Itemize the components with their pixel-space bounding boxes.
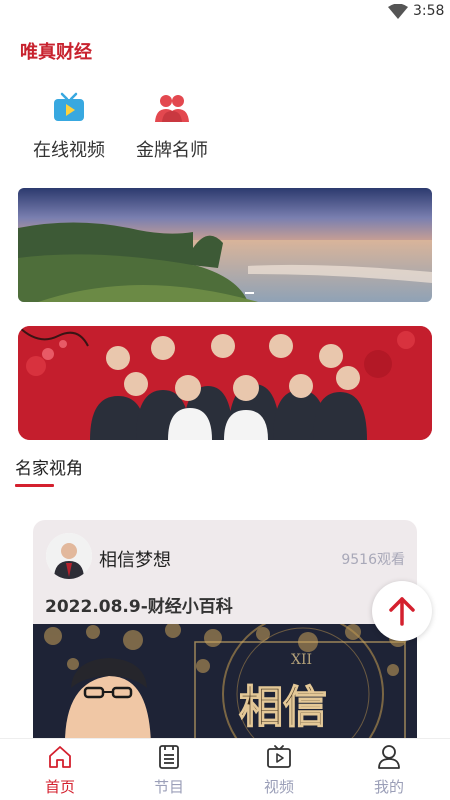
wifi-icon xyxy=(388,4,408,19)
app-logo: 唯真财经 xyxy=(20,38,110,68)
thumbnail-image: XII 相信 xyxy=(33,624,417,750)
thumbnail-caption: 相信 xyxy=(239,682,327,733)
list-icon xyxy=(159,745,179,769)
tab-label: 我的 xyxy=(373,778,404,796)
quick-link-label: 金牌名师 xyxy=(136,140,208,161)
quick-link-gold-teachers[interactable]: 金牌名师 xyxy=(127,92,217,162)
section-title[interactable]: 名家视角 xyxy=(15,454,83,479)
user-icon xyxy=(378,745,400,769)
banner-carousel[interactable] xyxy=(18,188,432,302)
tab-label: 视频 xyxy=(263,778,294,796)
banner-image xyxy=(18,188,432,302)
author-name[interactable]: 相信梦想 xyxy=(99,546,171,572)
status-bar: 3:58 xyxy=(0,0,450,24)
avatar-image xyxy=(46,533,92,579)
promo-image xyxy=(18,326,432,440)
section-underline xyxy=(15,484,54,487)
view-count: 9516观看 xyxy=(341,552,405,568)
tab-video[interactable]: 视频 xyxy=(249,744,309,797)
promo-banner[interactable] xyxy=(18,326,432,440)
tab-mine[interactable]: 我的 xyxy=(359,744,419,797)
avatar[interactable] xyxy=(46,533,92,579)
carousel-indicator[interactable] xyxy=(245,292,254,294)
users-icon xyxy=(155,95,189,122)
arrow-up-icon xyxy=(389,597,415,626)
scroll-top-button[interactable] xyxy=(372,581,432,641)
post-thumbnail[interactable]: XII 相信 xyxy=(33,624,417,750)
tab-label: 节目 xyxy=(153,778,184,796)
tab-label: 首页 xyxy=(44,778,75,796)
video-icon xyxy=(267,745,291,768)
post-title[interactable]: 2022.08.9-财经小百科 xyxy=(45,592,233,617)
quick-link-label: 在线视频 xyxy=(33,140,105,161)
status-time: 3:58 xyxy=(413,3,445,19)
tab-programs[interactable]: 节目 xyxy=(139,744,199,797)
tv-icon xyxy=(54,92,84,121)
bottom-tab-bar: 首页 节目 视频 我的 xyxy=(0,738,450,800)
svg-text:XII: XII xyxy=(291,652,312,668)
logo-text: 唯真财经 xyxy=(20,42,92,63)
tab-home[interactable]: 首页 xyxy=(30,744,90,797)
quick-link-online-video[interactable]: 在线视频 xyxy=(24,92,114,162)
home-icon xyxy=(49,746,71,768)
post-card[interactable]: 相信梦想 9516观看 2022.08.9-财经小百科 XII 相信 xyxy=(33,520,417,750)
